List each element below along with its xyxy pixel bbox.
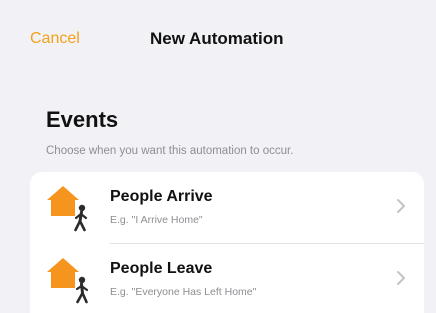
cancel-button[interactable]: Cancel <box>30 30 80 48</box>
section-title: Events <box>46 107 119 132</box>
house-person-leave-icon <box>47 258 89 304</box>
section-subtitle: Choose when you want this automation to … <box>46 145 294 157</box>
chevron-right-icon <box>397 271 405 285</box>
house-person-arrive-icon <box>47 186 88 232</box>
chevron-right-icon <box>397 199 405 213</box>
event-title: People Arrive <box>110 188 213 205</box>
event-row-people-arrive[interactable]: People Arrive E.g. "I Arrive Home" <box>30 172 424 244</box>
event-subtitle: E.g. "Everyone Has Left Home" <box>110 286 257 298</box>
events-list: People Arrive E.g. "I Arrive Home" Peopl… <box>30 172 424 313</box>
page-title: New Automation <box>150 29 284 48</box>
event-title: People Leave <box>110 260 213 277</box>
navigation-bar: Cancel New Automation <box>0 0 436 82</box>
event-subtitle: E.g. "I Arrive Home" <box>110 214 203 226</box>
event-row-people-leave[interactable]: People Leave E.g. "Everyone Has Left Hom… <box>30 244 424 313</box>
